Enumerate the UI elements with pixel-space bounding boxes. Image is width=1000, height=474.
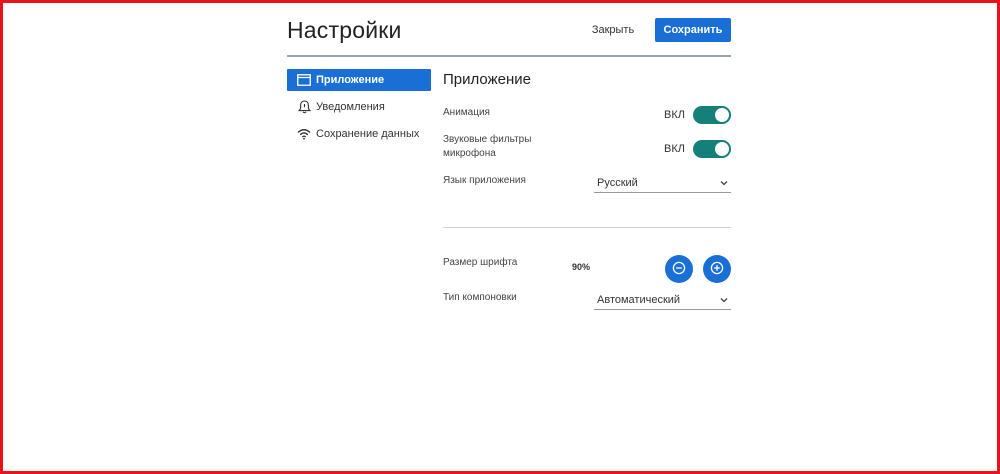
window-icon (297, 73, 311, 87)
mic-filters-state-text: ВКЛ (664, 143, 685, 155)
sidebar-item-label: Приложение (316, 74, 385, 86)
toggle-knob (714, 107, 730, 123)
font-size-value: 90% (572, 262, 591, 272)
sidebar-item-label: Сохранение данных (316, 128, 420, 140)
minus-circle-icon (672, 261, 686, 278)
toggle-knob (714, 141, 730, 157)
plus-circle-icon (710, 261, 724, 278)
language-select[interactable]: Русский (594, 175, 731, 193)
font-size-label: Размер шрифта (443, 257, 518, 268)
increase-font-button[interactable] (703, 255, 731, 283)
sidebar: Приложение Уведомления Сохранение данных (287, 69, 431, 150)
layout-type-select[interactable]: Автоматический (594, 292, 731, 310)
content-divider (443, 227, 731, 228)
sidebar-item-data-saving[interactable]: Сохранение данных (287, 123, 431, 145)
chevron-down-icon (719, 294, 729, 310)
app-frame: Настройки Закрыть Сохранить Приложение У… (0, 0, 1000, 474)
animation-toggle[interactable] (693, 106, 731, 124)
animation-label: Анимация (443, 107, 490, 118)
bell-icon (297, 100, 311, 114)
header-divider (287, 55, 731, 57)
mic-filters-label-line2: микрофона (443, 148, 496, 159)
mic-filters-toggle[interactable] (693, 140, 731, 158)
save-button[interactable]: Сохранить (655, 18, 731, 42)
section-title: Приложение (443, 71, 531, 88)
animation-state-text: ВКЛ (664, 109, 685, 121)
chevron-down-icon (719, 177, 729, 193)
layout-type-select-value: Автоматический (597, 294, 681, 306)
decrease-font-button[interactable] (665, 255, 693, 283)
mic-filters-label: Звуковые фильтры микрофона (443, 133, 531, 161)
layout-type-label: Тип компоновки (443, 292, 517, 303)
wifi-icon (297, 127, 311, 141)
sidebar-item-application[interactable]: Приложение (287, 69, 431, 91)
sidebar-item-label: Уведомления (316, 101, 385, 113)
language-label: Язык приложения (443, 175, 526, 186)
close-button[interactable]: Закрыть (583, 19, 643, 41)
mic-filters-label-line1: Звуковые фильтры (443, 134, 532, 145)
page-title: Настройки (287, 17, 402, 43)
sidebar-item-notifications[interactable]: Уведомления (287, 96, 431, 118)
language-select-value: Русский (597, 177, 638, 189)
